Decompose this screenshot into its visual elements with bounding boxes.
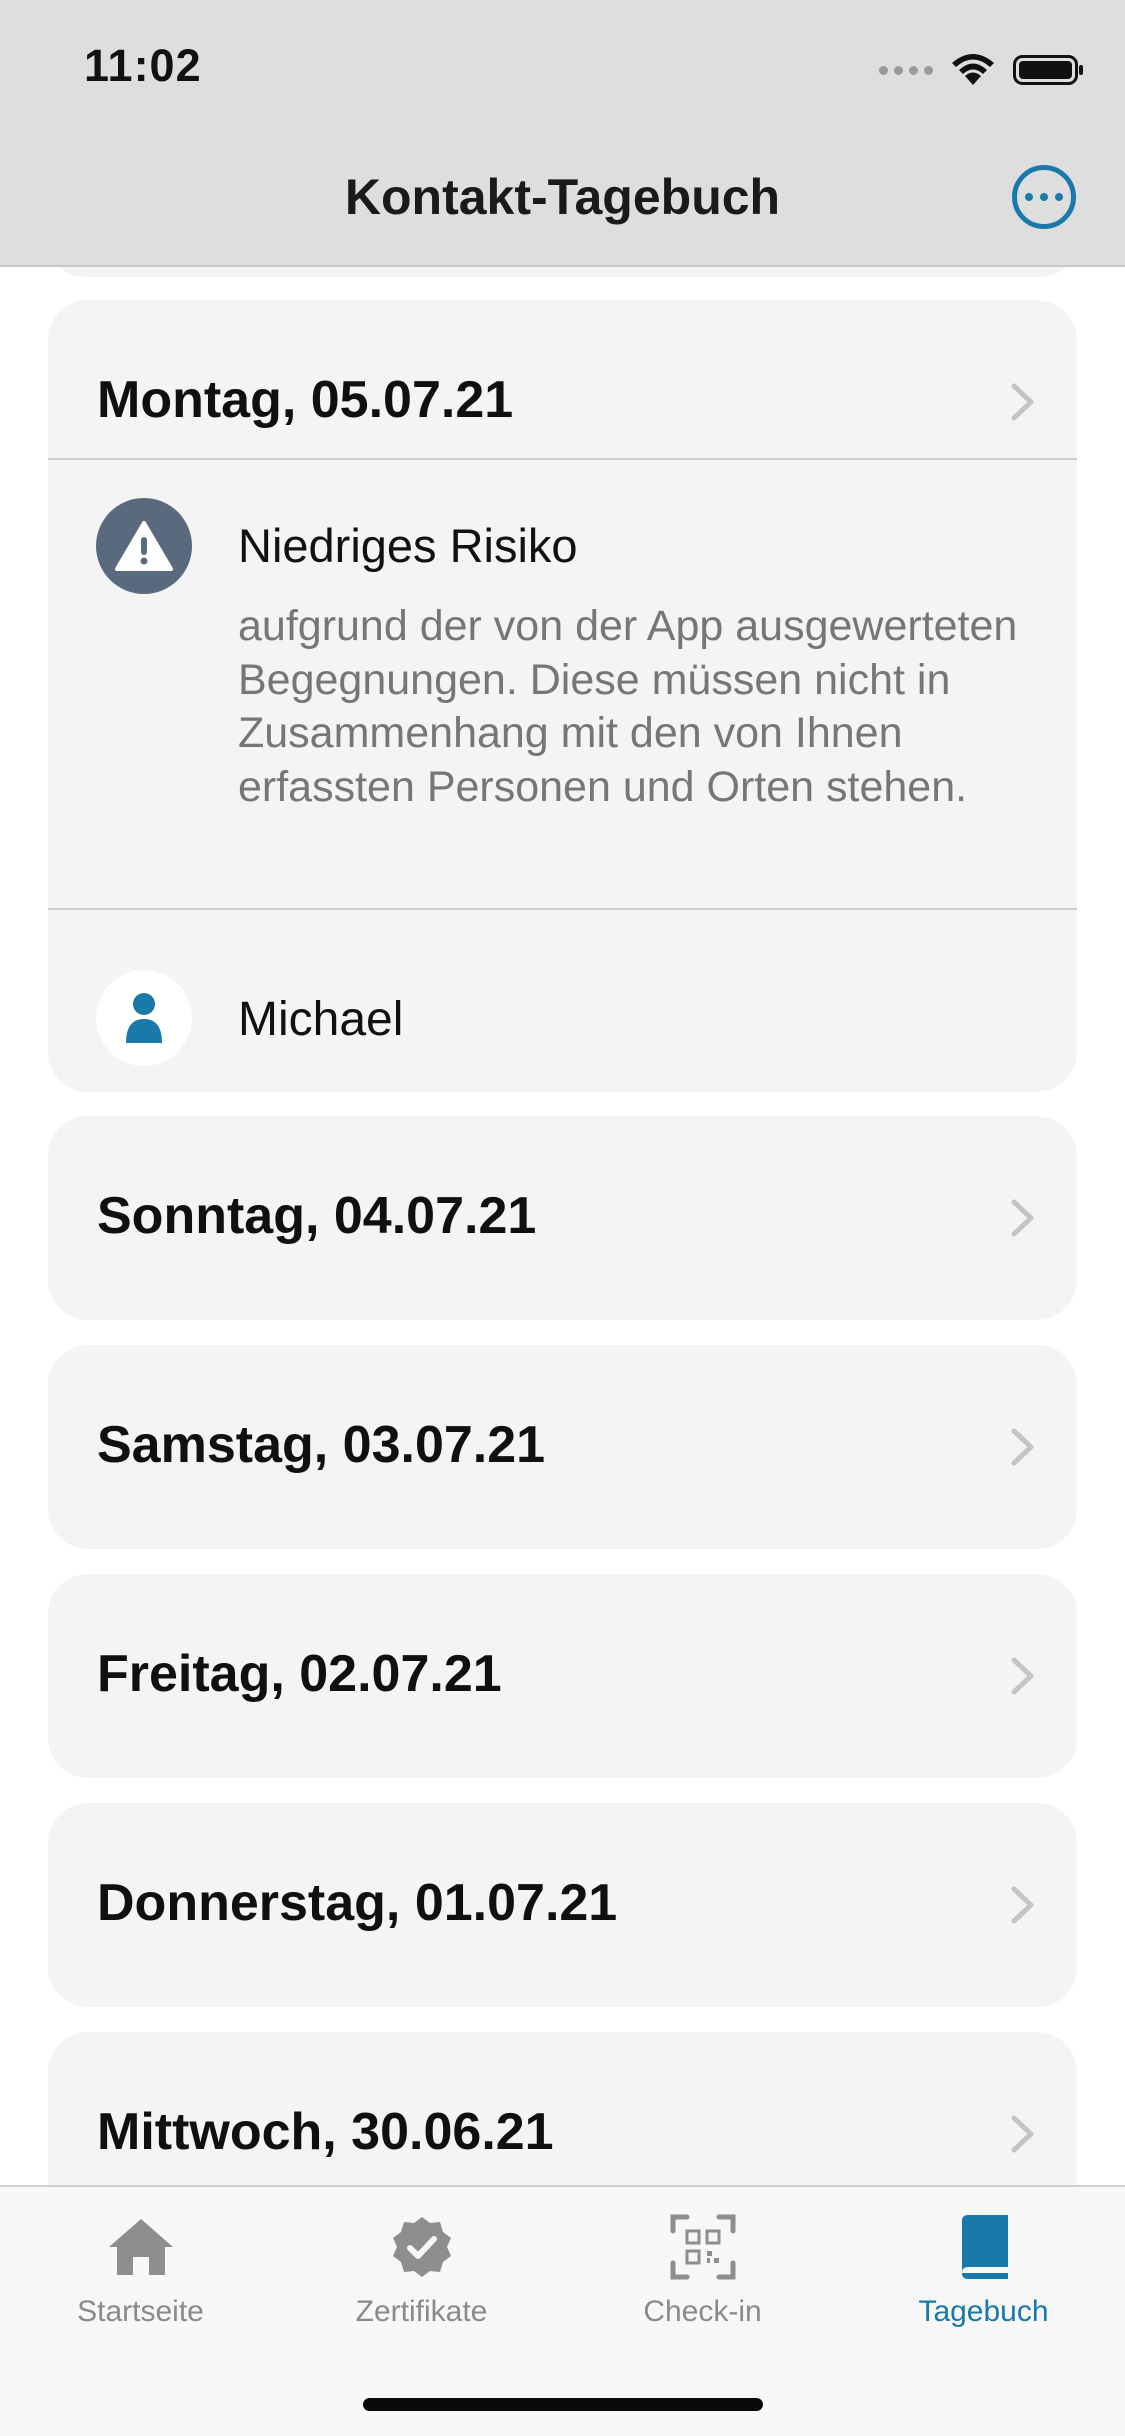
day-date: Samstag, 03.07.21: [97, 1416, 546, 1474]
navigation-header: 11:02 Kontakt-Tagebuch: [0, 0, 1125, 267]
chevron-right-icon: [1011, 2115, 1034, 2153]
diary-day-row: Donnerstag, 01.07.21: [48, 1803, 1077, 2007]
diary-day-row: Mittwoch, 30.06.21: [48, 2032, 1077, 2185]
diary-day-card[interactable]: Sonntag, 04.07.21: [48, 1116, 1077, 1320]
risk-title: Niedriges Risiko: [238, 519, 578, 572]
battery-icon: [1013, 55, 1083, 85]
chevron-right-icon: [1011, 1199, 1034, 1237]
diary-day-card-expanded: Montag, 05.07.21 Niedriges Risiko aufgru…: [48, 300, 1077, 1092]
risk-description: aufgrund der von der App ausgewerteten B…: [238, 602, 1018, 811]
status-time: 11:02: [84, 40, 202, 91]
tab-tagebuch[interactable]: Tagebuch: [843, 2187, 1124, 2347]
qr-scan-icon: [670, 2214, 735, 2280]
day-date: Donnerstag, 01.07.21: [97, 1874, 618, 1932]
diary-day-card[interactable]: Freitag, 02.07.21: [48, 1574, 1077, 1778]
tab-check-in[interactable]: Check-in: [562, 2187, 843, 2347]
house-icon: [108, 2219, 173, 2275]
cellular-signal-icon: [879, 65, 933, 75]
diary-day-card[interactable]: Mittwoch, 30.06.21: [48, 2032, 1077, 2185]
chevron-right-icon: [1011, 383, 1034, 421]
diary-day-row: Freitag, 02.07.21: [48, 1574, 1077, 1778]
diary-day-card[interactable]: Samstag, 03.07.21: [48, 1345, 1077, 1549]
chevron-right-icon: [1011, 1886, 1034, 1924]
warning-triangle-icon: [96, 498, 192, 594]
page-title: Kontakt-Tagebuch: [344, 169, 781, 225]
diary-day-row: Samstag, 03.07.21: [48, 1345, 1077, 1549]
book-icon: [961, 2215, 1008, 2279]
diary-day-row: Sonntag, 04.07.21: [48, 1116, 1077, 1320]
day-date: Sonntag, 04.07.21: [97, 1187, 537, 1245]
wifi-icon: [952, 54, 994, 85]
person-icon: [96, 970, 192, 1066]
ellipsis-circle-icon: [1025, 193, 1033, 201]
day-date: Montag, 05.07.21: [97, 371, 514, 429]
status-indicators: [879, 48, 1085, 92]
tab-zertifikate[interactable]: Zertifikate: [281, 2187, 562, 2347]
home-indicator[interactable]: [363, 2398, 763, 2411]
tab-startseite[interactable]: Startseite: [0, 2187, 281, 2347]
divider: [48, 908, 1077, 910]
divider: [48, 458, 1077, 460]
tab-label: Check-in: [643, 2295, 762, 2328]
certificate-check-icon: [392, 2217, 451, 2277]
tab-label: Zertifikate: [355, 2295, 488, 2328]
diary-day-list[interactable]: Montag, 05.07.21 Niedriges Risiko aufgru…: [0, 265, 1125, 2185]
contact-person-name[interactable]: Michael: [238, 992, 403, 1047]
diary-day-row[interactable]: Montag, 05.07.21: [48, 300, 1077, 458]
chevron-right-icon: [1011, 1428, 1034, 1466]
chevron-right-icon: [1011, 1657, 1034, 1695]
more-options-button[interactable]: [1012, 165, 1076, 229]
day-date: Freitag, 02.07.21: [97, 1645, 502, 1703]
day-date: Mittwoch, 30.06.21: [97, 2103, 554, 2161]
diary-day-card[interactable]: Donnerstag, 01.07.21: [48, 1803, 1077, 2007]
tab-label: Tagebuch: [918, 2295, 1049, 2328]
screen: 11:02 Kontakt-Tagebuch Montag, 05.07.21 …: [0, 0, 1125, 2436]
tab-label: Startseite: [77, 2295, 204, 2328]
